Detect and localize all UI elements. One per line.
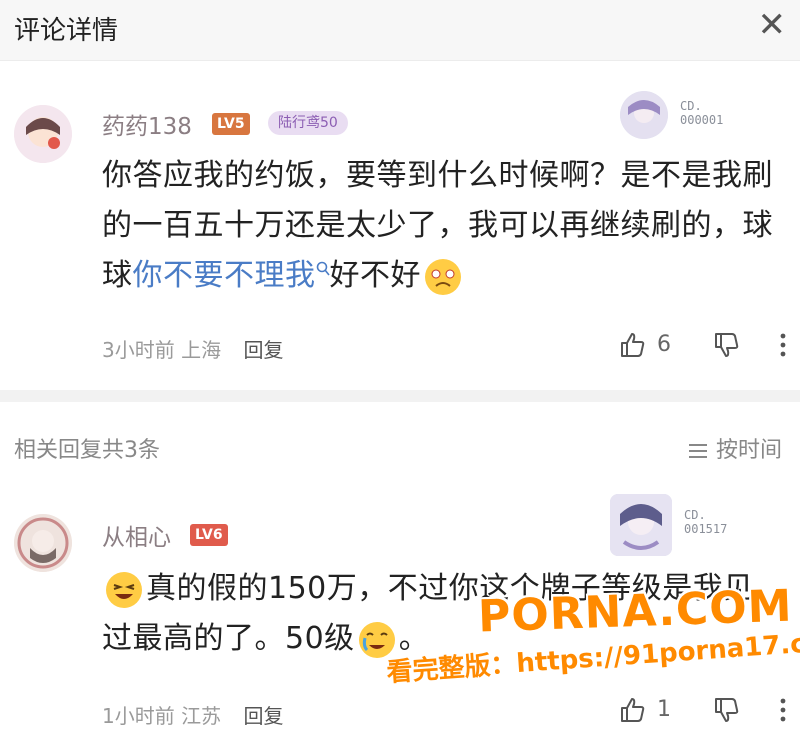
decoration-card-icon[interactable] (610, 494, 672, 556)
decoration-card-icon[interactable] (620, 91, 668, 139)
section-divider (0, 390, 800, 402)
main-comment: 药药138 LV5 陆行鸢50 CD. 000001 你答应我的约饭，要等到什么时… (0, 61, 800, 390)
header-bar: 评论详情 ✕ (0, 0, 800, 61)
comment-actions: 6 (618, 331, 788, 359)
avatar[interactable] (14, 514, 72, 572)
like-count: 1 (657, 697, 671, 722)
reply-button[interactable]: 回复 (243, 338, 283, 362)
timestamp: 3小时前 (102, 338, 175, 362)
level-badge: LV6 (190, 524, 228, 546)
replies-header: 相关回复共3条 按时间 (0, 402, 800, 464)
comment-meta: 1小时前 江苏 回复 (102, 700, 283, 729)
fan-badge[interactable]: 陆行鸢50 (268, 111, 348, 135)
search-icon[interactable] (316, 261, 330, 277)
comment-meta: 3小时前 上海 回复 (102, 334, 283, 363)
laughing-face-emoji (106, 571, 142, 608)
decoration-number: CD. 000001 (680, 99, 724, 127)
comment-content: 你答应我的约饭，要等到什么时候啊？是不是我刷 的一百五十万还是太少了，我可以再继… (102, 151, 792, 301)
location: 江苏 (181, 704, 222, 728)
location: 上海 (181, 338, 222, 362)
timestamp: 1小时前 (102, 704, 175, 728)
thumbs-up-icon[interactable] (618, 696, 646, 724)
like-count: 6 (657, 332, 671, 357)
decoration-number: CD. 001517 (684, 508, 728, 536)
avatar[interactable] (14, 105, 72, 163)
page-title: 评论详情 (14, 16, 119, 46)
close-icon[interactable]: ✕ (758, 8, 787, 42)
more-options-icon[interactable] (779, 332, 787, 358)
keyword-link[interactable]: 你不要不理我 (133, 258, 316, 293)
comment-actions: 1 (618, 696, 788, 724)
reply-count: 相关回复共3条 (14, 438, 160, 463)
username[interactable]: 从相心 (102, 518, 171, 552)
thumbs-up-icon[interactable] (618, 331, 646, 359)
sort-icon (688, 444, 707, 458)
username[interactable]: 药药138 (102, 107, 192, 141)
level-badge: LV5 (212, 113, 250, 135)
sad-face-emoji (425, 258, 461, 295)
thumbs-down-icon[interactable] (712, 696, 740, 724)
more-options-icon[interactable] (779, 697, 787, 723)
thumbs-down-icon[interactable] (712, 331, 740, 359)
reply-button[interactable]: 回复 (243, 704, 283, 728)
sort-button[interactable]: 按时间 (687, 432, 782, 464)
